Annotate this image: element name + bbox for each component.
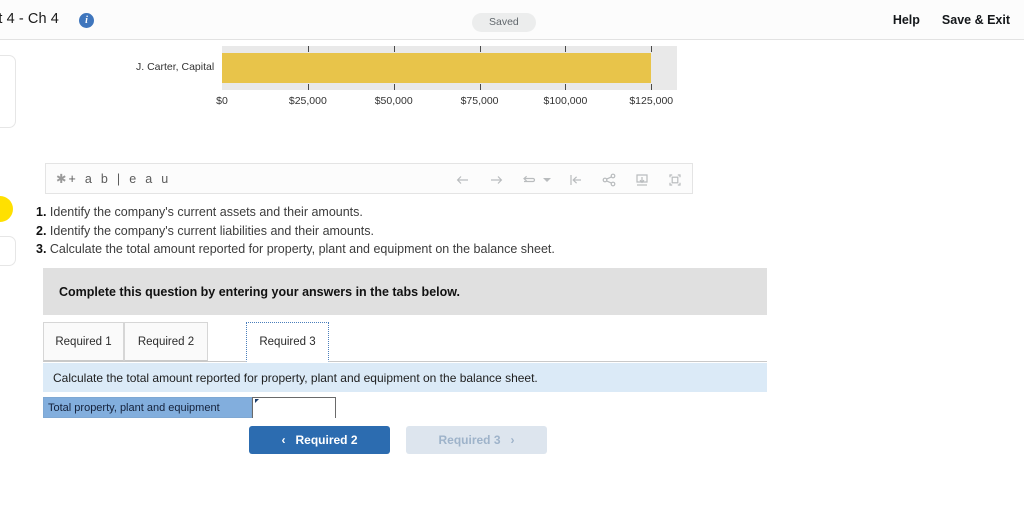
chart-tick-bottom <box>479 84 481 90</box>
info-icon[interactable]: i <box>79 13 94 28</box>
chart-tick-label: $25,000 <box>288 95 327 107</box>
next-required-label: Required 3 <box>438 433 501 447</box>
requirement-number: 1. <box>36 205 50 219</box>
reset-icon[interactable] <box>568 172 584 188</box>
requirement-list: 1. Identify the company's current assets… <box>36 205 756 261</box>
tab-required-1[interactable]: Required 1 <box>43 322 124 361</box>
chart-tick-top <box>565 46 567 52</box>
requirement-tabstrip: Required 1 Required 2 Required 3 <box>43 321 767 362</box>
chart-tick-bottom <box>651 84 653 90</box>
left-edge-panel-bottom <box>0 236 16 266</box>
sub-instruction-text: Calculate the total amount reported for … <box>53 370 538 385</box>
answer-input-cell[interactable] <box>252 397 336 418</box>
chart-bar[interactable] <box>222 53 652 83</box>
tableau-tool-icons <box>455 164 683 195</box>
requirement-text: Calculate the total amount reported for … <box>49 242 555 256</box>
answer-label: Total property, plant and equipment <box>43 397 252 418</box>
tableau-logo-text: + a b | e a u <box>68 172 172 186</box>
share-icon[interactable] <box>601 172 617 188</box>
chart-tick-bottom <box>393 84 395 90</box>
chart-tick-top <box>479 46 481 52</box>
chart-tick-label: $125,000 <box>629 95 674 107</box>
revert-dropdown-caret-icon[interactable] <box>543 177 551 182</box>
tableau-toolbar: ✱ + a b | e a u <box>45 163 693 194</box>
chart-tick-top <box>307 46 309 52</box>
sub-instruction-bar: Calculate the total amount reported for … <box>43 363 767 392</box>
requirement-number: 2. <box>36 223 50 238</box>
question-banner-text: Complete this question by entering your … <box>59 284 460 299</box>
save-and-exit-button[interactable]: Save & Exit <box>942 13 1010 27</box>
chart-tick-bottom <box>307 84 309 90</box>
top-bar: ent 4 - Ch 4 i Saved Help Save & Exit <box>0 0 1024 40</box>
chart-tick-label: $0 <box>216 95 228 107</box>
chart-tick-label: $50,000 <box>374 95 413 107</box>
page-title: ent 4 - Ch 4 <box>0 11 59 27</box>
help-button[interactable]: Help <box>893 13 920 27</box>
chart-tick-label: $75,000 <box>460 95 499 107</box>
chart-tick-top <box>651 46 653 52</box>
requirement-item: 2. Identify the company's current liabil… <box>36 224 756 240</box>
next-required-button[interactable]: Required 3 › <box>406 426 547 454</box>
top-bar-actions: Help Save & Exit <box>893 13 1010 27</box>
download-icon[interactable] <box>634 172 650 188</box>
requirement-text: Identify the company's current assets an… <box>49 205 363 219</box>
question-banner: Complete this question by entering your … <box>43 268 767 315</box>
left-edge-panel-top <box>0 55 16 128</box>
previous-required-label: Required 2 <box>295 433 358 447</box>
tab-required-3[interactable]: Required 3 <box>246 321 329 362</box>
fullscreen-icon[interactable] <box>667 172 683 188</box>
requirement-item: 1. Identify the company's current assets… <box>36 205 756 221</box>
chart-tick-top <box>393 46 395 52</box>
revert-icon[interactable] <box>521 172 537 188</box>
tableau-spark-icon: ✱ <box>56 172 67 186</box>
chart-tick-label: $100,000 <box>543 95 588 107</box>
left-edge-yellow-marker[interactable] <box>0 196 13 222</box>
answer-row: Total property, plant and equipment <box>43 397 336 418</box>
requirement-number: 3. <box>36 242 50 256</box>
chart-tick-bottom <box>565 84 567 90</box>
chevron-left-icon: ‹ <box>281 433 286 447</box>
tab-required-2[interactable]: Required 2 <box>124 322 208 361</box>
previous-required-button[interactable]: ‹ Required 2 <box>249 426 390 454</box>
requirement-text: Identify the company's current liabiliti… <box>49 223 374 238</box>
status-badge: Saved <box>472 13 536 32</box>
forward-arrow-icon[interactable] <box>488 172 504 188</box>
chevron-right-icon: › <box>510 433 515 447</box>
requirement-item: 3. Calculate the total amount reported f… <box>36 242 756 258</box>
tableau-logo: ✱ + a b | e a u <box>56 171 171 186</box>
back-arrow-icon[interactable] <box>455 172 471 188</box>
total-ppe-input[interactable] <box>253 398 335 418</box>
